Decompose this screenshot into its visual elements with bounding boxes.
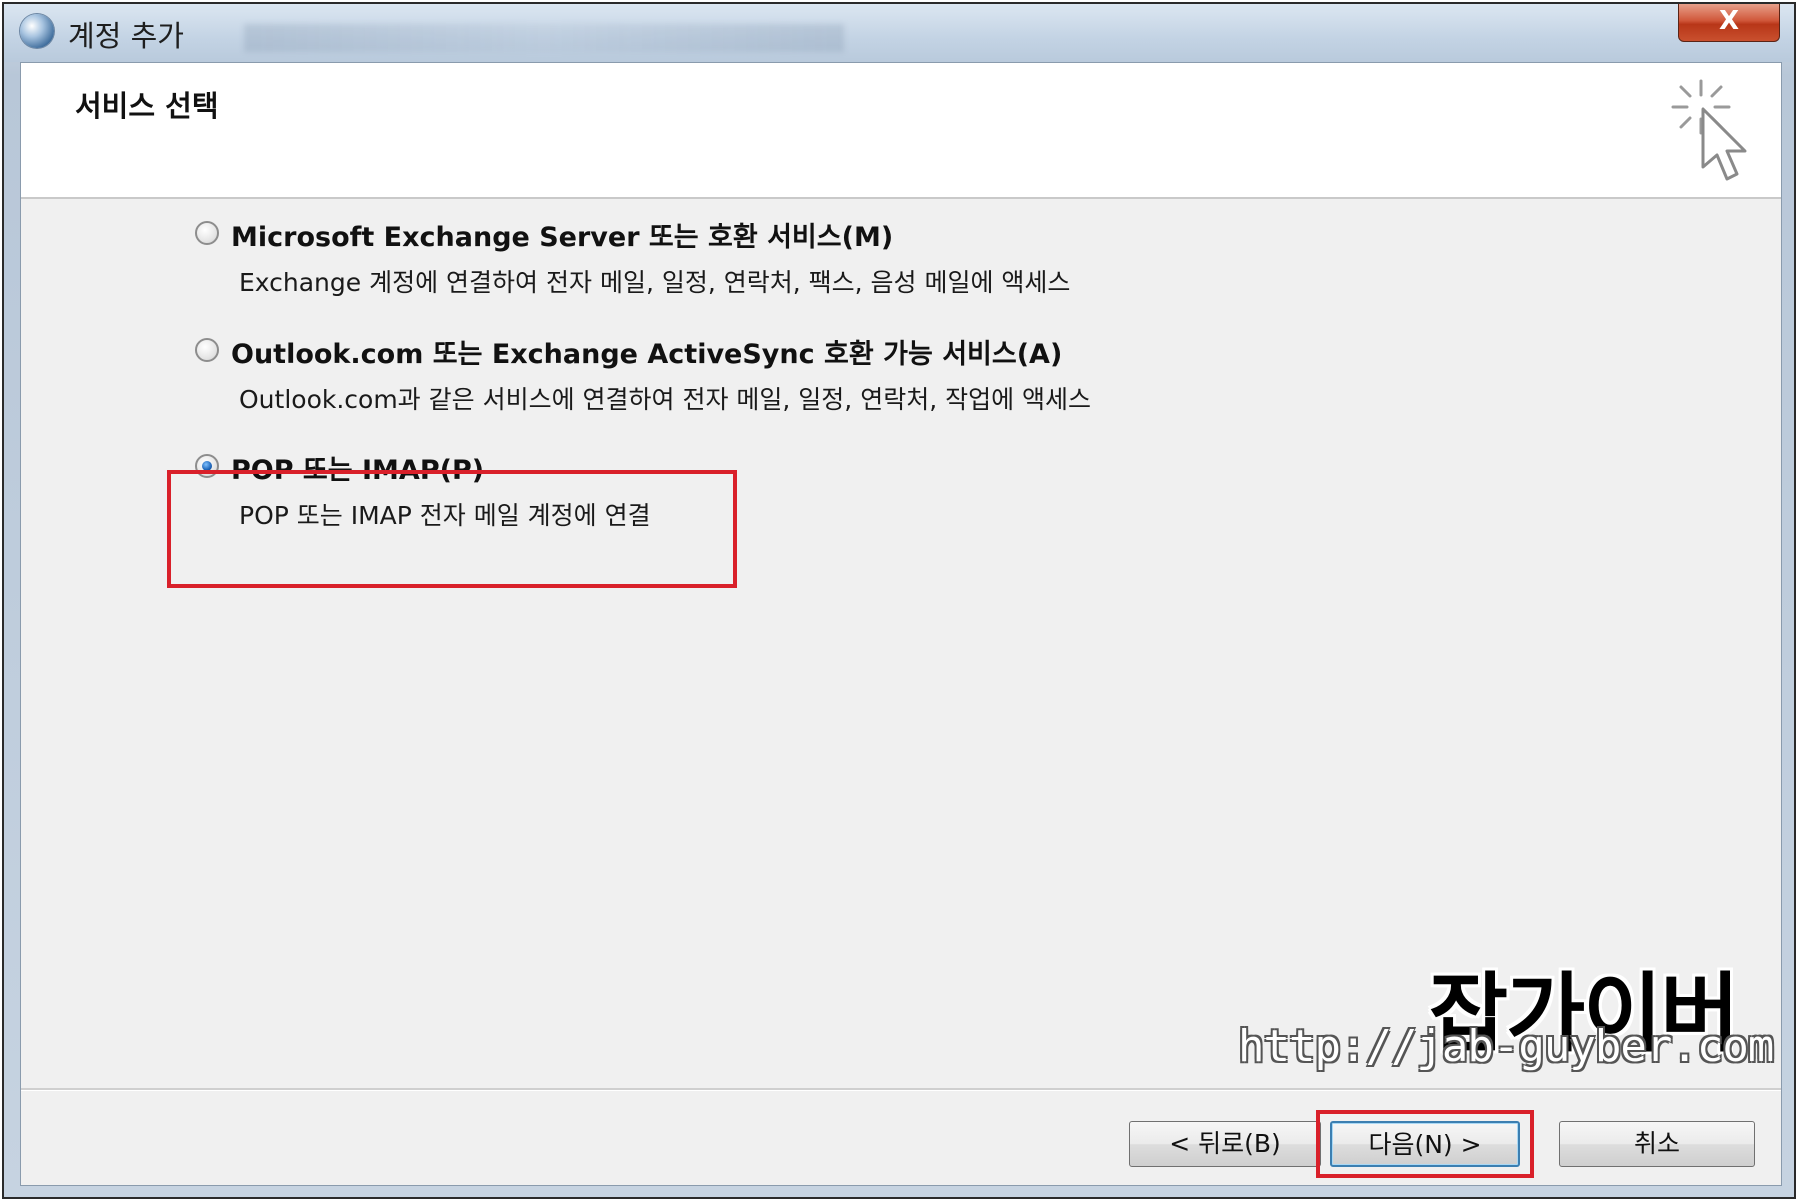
background-window-blur <box>244 24 844 52</box>
back-button[interactable]: < 뒤로(B) <box>1129 1121 1321 1167</box>
cancel-button[interactable]: 취소 <box>1559 1121 1755 1167</box>
radio-outlook-com[interactable] <box>195 338 219 362</box>
dialog-client-area: 서비스 선택 Microsoft Exchange Server 또는 호환 서… <box>20 62 1782 1186</box>
pop-imap-highlight-box <box>167 470 737 588</box>
option-exchange-description: Exchange 계정에 연결하여 전자 메일, 일정, 연락처, 팩스, 음성… <box>239 268 1071 297</box>
wizard-sparkle-cursor-icon <box>1671 79 1747 181</box>
title-bar[interactable]: 계정 추가 X <box>4 4 1794 62</box>
watermark-url: http://jab-guyber.com <box>1238 1021 1774 1072</box>
outlook-globe-icon <box>20 14 54 48</box>
next-button-highlight-box <box>1316 1110 1534 1178</box>
page-title: 서비스 선택 <box>75 89 219 123</box>
dialog-window: 계정 추가 X 서비스 선택 Microsoft Exchange Server… <box>2 2 1796 1199</box>
option-outlook-com-label[interactable]: Outlook.com 또는 Exchange ActiveSync 호환 가능… <box>231 332 1062 371</box>
footer-divider <box>21 1088 1781 1091</box>
radio-exchange[interactable] <box>195 221 219 245</box>
wizard-header: 서비스 선택 <box>21 63 1781 199</box>
close-button[interactable]: X <box>1678 4 1780 42</box>
option-outlook-com-description: Outlook.com과 같은 서비스에 연결하여 전자 메일, 일정, 연락처… <box>239 385 1092 414</box>
option-exchange-label[interactable]: Microsoft Exchange Server 또는 호환 서비스(M) <box>231 215 893 254</box>
window-title: 계정 추가 <box>68 19 184 53</box>
